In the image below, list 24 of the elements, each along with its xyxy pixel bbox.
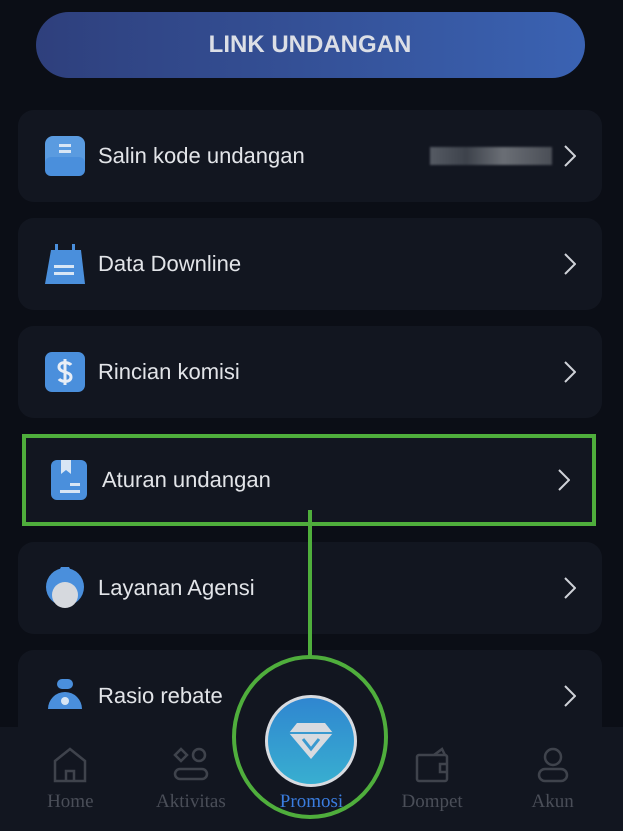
menu-item[interactable]: Rincian komisi	[18, 326, 602, 418]
menu-label: Layanan Agensi	[98, 575, 256, 601]
chevron-right-icon	[564, 145, 576, 167]
calendar-icon	[44, 243, 86, 285]
menu-item[interactable]: Layanan Agensi	[18, 542, 602, 634]
menu-item[interactable]: Salin kode undangan	[18, 110, 602, 202]
menu-item[interactable]: Aturan undangan	[22, 434, 596, 526]
chevron-right-icon	[564, 361, 576, 383]
chevron-right-icon	[564, 253, 576, 275]
chevron-right-icon	[564, 577, 576, 599]
dollar-icon	[44, 351, 86, 393]
menu-item[interactable]: Data Downline	[18, 218, 602, 310]
menu-label: Rasio rebate	[98, 683, 224, 709]
book-icon	[48, 459, 90, 501]
menu-label: Data Downline	[98, 251, 242, 277]
menu-item[interactable]: Rasio rebate	[18, 650, 602, 727]
menu-label: Rincian komisi	[98, 359, 241, 385]
invite-link-button[interactable]: LINK UNDANGAN	[36, 12, 584, 78]
tray-icon	[44, 135, 86, 177]
menu-label: Aturan undangan	[102, 467, 272, 493]
menu-label: Salin kode undangan	[98, 143, 306, 169]
chevron-right-icon	[564, 685, 576, 707]
chevron-right-icon	[558, 469, 570, 491]
diamond-icon	[287, 721, 336, 761]
